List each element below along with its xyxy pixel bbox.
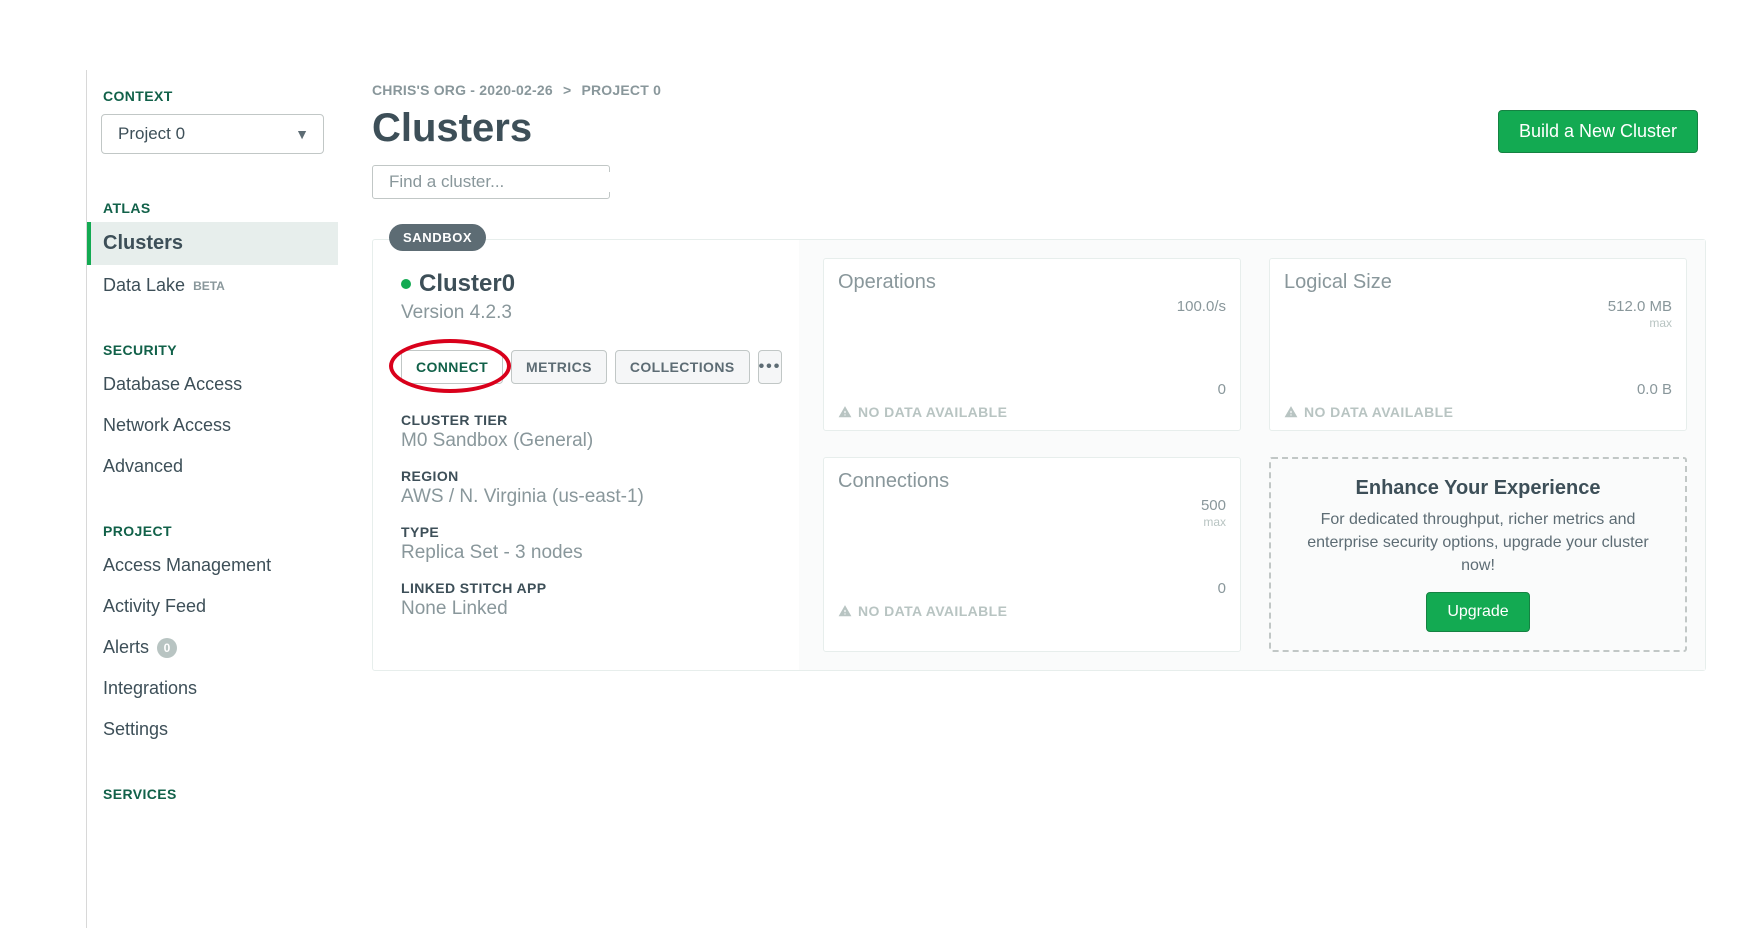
sidebar-item-activity-feed[interactable]: Activity Feed xyxy=(87,586,338,627)
sidebar-item-label: Access Management xyxy=(103,555,271,576)
chart-max: 100.0/s xyxy=(1177,298,1226,315)
region-value: AWS / N. Virginia (us-east-1) xyxy=(401,486,781,508)
cluster-card: SANDBOX Cluster0 Version 4.2.3 CONNECT M… xyxy=(372,239,1706,671)
type-label: TYPE xyxy=(401,524,781,540)
upgrade-box: Enhance Your Experience For dedicated th… xyxy=(1269,457,1687,652)
more-button[interactable]: ••• xyxy=(758,350,783,384)
sidebar-item-network-access[interactable]: Network Access xyxy=(87,405,338,446)
warning-icon xyxy=(838,405,852,419)
alert-count-badge: 0 xyxy=(157,638,177,658)
chart-max-sub: max xyxy=(1649,316,1672,330)
tier-label: CLUSTER TIER xyxy=(401,412,781,428)
collections-button[interactable]: COLLECTIONS xyxy=(615,350,750,384)
sidebar-item-settings[interactable]: Settings xyxy=(87,709,338,750)
chart-body: 100.0/s 0 xyxy=(838,298,1226,398)
chart-logical-size: Logical Size 512.0 MB max 0.0 B NO DATA … xyxy=(1269,258,1687,431)
project-select[interactable]: Project 0 ▼ xyxy=(101,114,324,154)
chart-max-sub: max xyxy=(1203,515,1226,529)
no-data-label: NO DATA AVAILABLE xyxy=(838,603,1226,619)
upgrade-button[interactable]: Upgrade xyxy=(1426,592,1529,632)
sidebar-item-label: Settings xyxy=(103,719,168,740)
sidebar-item-advanced[interactable]: Advanced xyxy=(87,446,338,487)
cluster-info: Cluster0 Version 4.2.3 CONNECT METRICS C… xyxy=(373,240,799,670)
search-input[interactable] xyxy=(389,172,610,192)
sidebar: CONTEXT Project 0 ▼ ATLAS Clusters Data … xyxy=(86,70,338,928)
chart-operations: Operations 100.0/s 0 NO DATA AVAILABLE xyxy=(823,258,1241,431)
build-new-cluster-button[interactable]: Build a New Cluster xyxy=(1498,110,1698,153)
upgrade-text: For dedicated throughput, richer metrics… xyxy=(1291,508,1665,578)
tier-value: M0 Sandbox (General) xyxy=(401,430,781,452)
chart-title: Connections xyxy=(838,470,1226,493)
project-select-value: Project 0 xyxy=(118,124,185,144)
breadcrumb-org[interactable]: CHRIS'S ORG - 2020-02-26 xyxy=(372,82,553,98)
chart-title: Logical Size xyxy=(1284,271,1672,294)
upgrade-title: Enhance Your Experience xyxy=(1356,477,1601,500)
no-data-label: NO DATA AVAILABLE xyxy=(1284,404,1672,420)
sidebar-item-label: Integrations xyxy=(103,678,197,699)
section-label-atlas: ATLAS xyxy=(87,182,338,222)
caret-down-icon: ▼ xyxy=(295,126,309,142)
sidebar-item-label: Network Access xyxy=(103,415,231,436)
breadcrumb: CHRIS'S ORG - 2020-02-26 > PROJECT 0 xyxy=(372,82,1706,98)
beta-badge: BETA xyxy=(193,279,225,293)
chart-max: 512.0 MB xyxy=(1608,298,1672,315)
no-data-text: NO DATA AVAILABLE xyxy=(1304,404,1453,420)
section-label-services: SERVICES xyxy=(87,768,338,808)
stitch-label: LINKED STITCH APP xyxy=(401,580,781,596)
sandbox-badge: SANDBOX xyxy=(389,224,486,251)
stitch-value: None Linked xyxy=(401,598,781,620)
connect-button[interactable]: CONNECT xyxy=(401,350,503,384)
chart-body: 500 max 0 xyxy=(838,497,1226,597)
no-data-label: NO DATA AVAILABLE xyxy=(838,404,1226,420)
sidebar-item-integrations[interactable]: Integrations xyxy=(87,668,338,709)
chart-min: 0 xyxy=(1218,381,1226,398)
metrics-button[interactable]: METRICS xyxy=(511,350,607,384)
sidebar-item-label: Activity Feed xyxy=(103,596,206,617)
chart-body: 512.0 MB max 0.0 B xyxy=(1284,298,1672,398)
no-data-text: NO DATA AVAILABLE xyxy=(858,603,1007,619)
no-data-text: NO DATA AVAILABLE xyxy=(858,404,1007,420)
type-value: Replica Set - 3 nodes xyxy=(401,542,781,564)
sidebar-item-alerts[interactable]: Alerts 0 xyxy=(87,627,338,668)
breadcrumb-project[interactable]: PROJECT 0 xyxy=(581,82,661,98)
sidebar-item-access-management[interactable]: Access Management xyxy=(87,545,338,586)
breadcrumb-sep: > xyxy=(563,82,571,98)
sidebar-item-label: Clusters xyxy=(103,232,183,255)
cluster-charts: Operations 100.0/s 0 NO DATA AVAILABLE L… xyxy=(799,240,1705,670)
warning-icon xyxy=(1284,405,1298,419)
status-dot-icon xyxy=(401,279,411,289)
sidebar-item-label: Data Lake xyxy=(103,275,185,296)
cluster-version: Version 4.2.3 xyxy=(401,302,781,324)
chart-min: 0 xyxy=(1218,580,1226,597)
section-label-project: PROJECT xyxy=(87,505,338,545)
section-label-security: SECURITY xyxy=(87,324,338,364)
context-label: CONTEXT xyxy=(87,70,338,110)
warning-icon xyxy=(838,604,852,618)
sidebar-item-label: Database Access xyxy=(103,374,242,395)
main-content: CHRIS'S ORG - 2020-02-26 > PROJECT 0 Clu… xyxy=(338,70,1740,928)
cluster-name[interactable]: Cluster0 xyxy=(419,270,515,298)
chart-title: Operations xyxy=(838,271,1226,294)
chart-connections: Connections 500 max 0 NO DATA AVAILABLE xyxy=(823,457,1241,652)
region-label: REGION xyxy=(401,468,781,484)
chart-min: 0.0 B xyxy=(1637,381,1672,398)
sidebar-item-clusters[interactable]: Clusters xyxy=(87,222,338,265)
chart-max: 500 xyxy=(1201,497,1226,514)
search-wrap[interactable] xyxy=(372,165,610,199)
sidebar-item-data-lake[interactable]: Data Lake BETA xyxy=(87,265,338,306)
sidebar-item-label: Alerts xyxy=(103,637,149,658)
sidebar-item-database-access[interactable]: Database Access xyxy=(87,364,338,405)
sidebar-item-label: Advanced xyxy=(103,456,183,477)
